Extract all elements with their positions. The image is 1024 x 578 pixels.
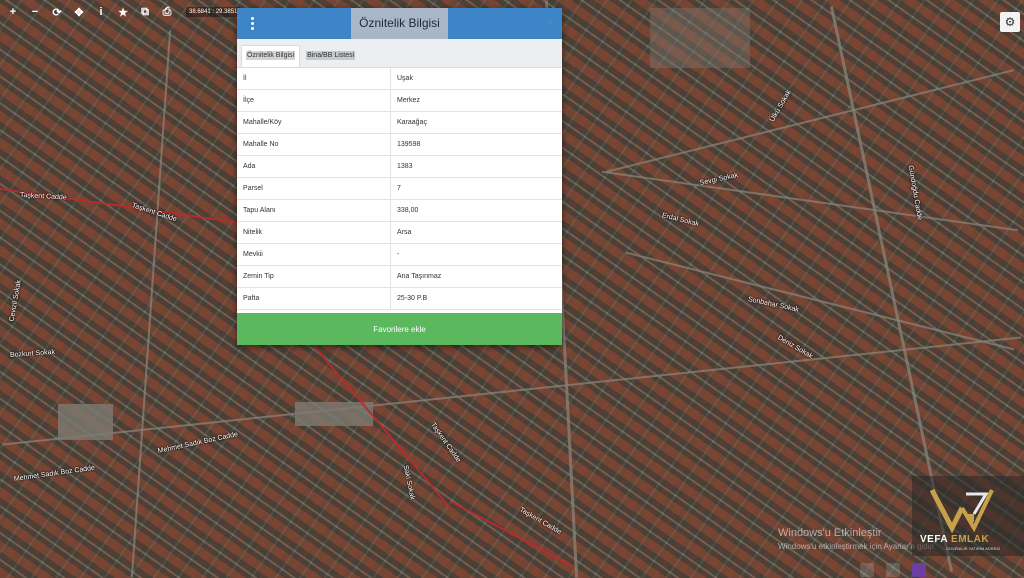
map-building: [58, 404, 113, 440]
street-label: Erdal Sokak: [661, 212, 700, 229]
street-label: Saki Sokak: [401, 464, 416, 501]
layers-icon[interactable]: ⧉: [136, 4, 154, 20]
street-label: Deniz Sokak: [776, 334, 814, 361]
row-key: Tapu Alanı: [237, 199, 391, 222]
map-building: [295, 402, 373, 426]
row-value: 139598: [390, 133, 562, 156]
street-label: Mehmet Sadık Boz Cadde: [13, 464, 96, 483]
table-row: Mevkii -: [237, 243, 562, 266]
row-key: Zemin Tip: [237, 265, 391, 288]
info-icon[interactable]: i: [92, 4, 110, 20]
logo-tagline: GÜVENİLİR YATIRIM ADRESİ: [946, 546, 1001, 551]
street-label: Sevgi Sokak: [699, 171, 739, 187]
app-icon[interactable]: [912, 563, 926, 577]
row-key: Pafta: [237, 287, 391, 310]
street-label: Gündoğdu Cadde: [906, 164, 924, 221]
row-key: Parsel: [237, 177, 391, 200]
row-value: Merkez: [390, 89, 562, 112]
row-value: -: [390, 243, 562, 266]
tray-icon[interactable]: [860, 563, 874, 577]
tab-building-list[interactable]: Bina/BB Listesi: [302, 46, 359, 67]
table-row: Pafta 25-30 P.B: [237, 287, 562, 310]
zoom-out-button[interactable]: −: [26, 4, 44, 20]
street-label: Mehmet Sadık Boz Cadde: [157, 431, 239, 455]
vefa-emlak-logo: VEFA EMLAK GÜVENİLİR YATIRIM ADRESİ: [912, 476, 1024, 556]
row-value: Karaağaç: [390, 111, 562, 134]
logo-mark-icon: [930, 488, 994, 534]
table-row: Parsel 7: [237, 177, 562, 200]
taskbar-tray: [850, 562, 1024, 578]
table-row: Mahalle/Köy Karaağaç: [237, 111, 562, 134]
tab-attributes[interactable]: Öznitelik Bilgisi: [241, 45, 301, 67]
street-label: Cevizli Sokak: [8, 279, 23, 323]
map-street: [605, 69, 1015, 173]
panel-tabs: Öznitelik Bilgisi Bina/BB Listesi: [237, 39, 562, 68]
row-value: Arsa: [390, 221, 562, 244]
coordinate-readout: 38.6841 : 29.3851: [186, 7, 241, 17]
row-value: 25-30 P.B: [390, 287, 562, 310]
street-label: Ülkü Sokak: [768, 89, 793, 124]
street-label: Sonbahar Sokak: [747, 296, 800, 314]
print-icon[interactable]: ⎙: [158, 4, 176, 20]
row-value: 1383: [390, 155, 562, 178]
zoom-in-button[interactable]: +: [4, 4, 22, 20]
tray-icon[interactable]: [886, 563, 900, 577]
street-label: Taşkent Cadde: [429, 421, 462, 464]
row-key: Nitelik: [237, 221, 391, 244]
row-value: Ana Taşınmaz: [390, 265, 562, 288]
panel-header: Öznitelik Bilgisi ×: [237, 8, 562, 39]
table-row: Ada 1383: [237, 155, 562, 178]
attribute-panel: Öznitelik Bilgisi × Öznitelik Bilgisi Bi…: [237, 8, 562, 345]
kebab-menu-icon[interactable]: [245, 14, 259, 32]
close-icon[interactable]: ×: [546, 14, 554, 30]
map-field: [650, 8, 750, 68]
map-street: [130, 30, 172, 578]
add-to-favorites-button[interactable]: Favorilere ekle: [237, 313, 562, 345]
row-key: İl: [237, 68, 391, 90]
locate-icon[interactable]: ✥: [70, 4, 88, 20]
map-street: [601, 170, 1019, 232]
row-value: Uşak: [390, 68, 562, 90]
row-key: Mahalle/Köy: [237, 111, 391, 134]
row-value: 338,00: [390, 199, 562, 222]
street-label: Bozkurt Sokak: [9, 348, 56, 359]
map-toolbar: + − ⟳ ✥ i ★ ⧉ ⎙ 38.6841 : 29.3851: [0, 3, 244, 21]
attribute-table: İl Uşak İlçe Merkez Mahalle/Köy Karaağaç Ma…: [237, 68, 562, 310]
table-row: Nitelik Arsa: [237, 221, 562, 244]
table-row: Tapu Alanı 338,00: [237, 199, 562, 222]
settings-button[interactable]: ⚙: [1000, 12, 1020, 32]
panel-title: Öznitelik Bilgisi: [351, 8, 448, 39]
table-row: İl Uşak: [237, 68, 562, 90]
map-street: [625, 251, 1015, 351]
table-row: Mahalle No 139598: [237, 133, 562, 156]
street-label: Taşkent Cadde: [19, 192, 67, 202]
logo-brand: VEFA EMLAK: [920, 534, 990, 545]
star-icon[interactable]: ★: [114, 4, 132, 20]
row-key: Mevkii: [237, 243, 391, 266]
table-row: Zemin Tip Ana Taşınmaz: [237, 265, 562, 288]
refresh-icon[interactable]: ⟳: [48, 4, 66, 20]
street-label: Taşkent Cadde: [518, 506, 563, 536]
row-key: İlçe: [237, 89, 391, 112]
row-key: Ada: [237, 155, 391, 178]
row-key: Mahalle No: [237, 133, 391, 156]
table-row: İlçe Merkez: [237, 89, 562, 112]
map-street: [2, 336, 1022, 446]
row-value: 7: [390, 177, 562, 200]
gear-icon: ⚙: [1004, 15, 1016, 29]
